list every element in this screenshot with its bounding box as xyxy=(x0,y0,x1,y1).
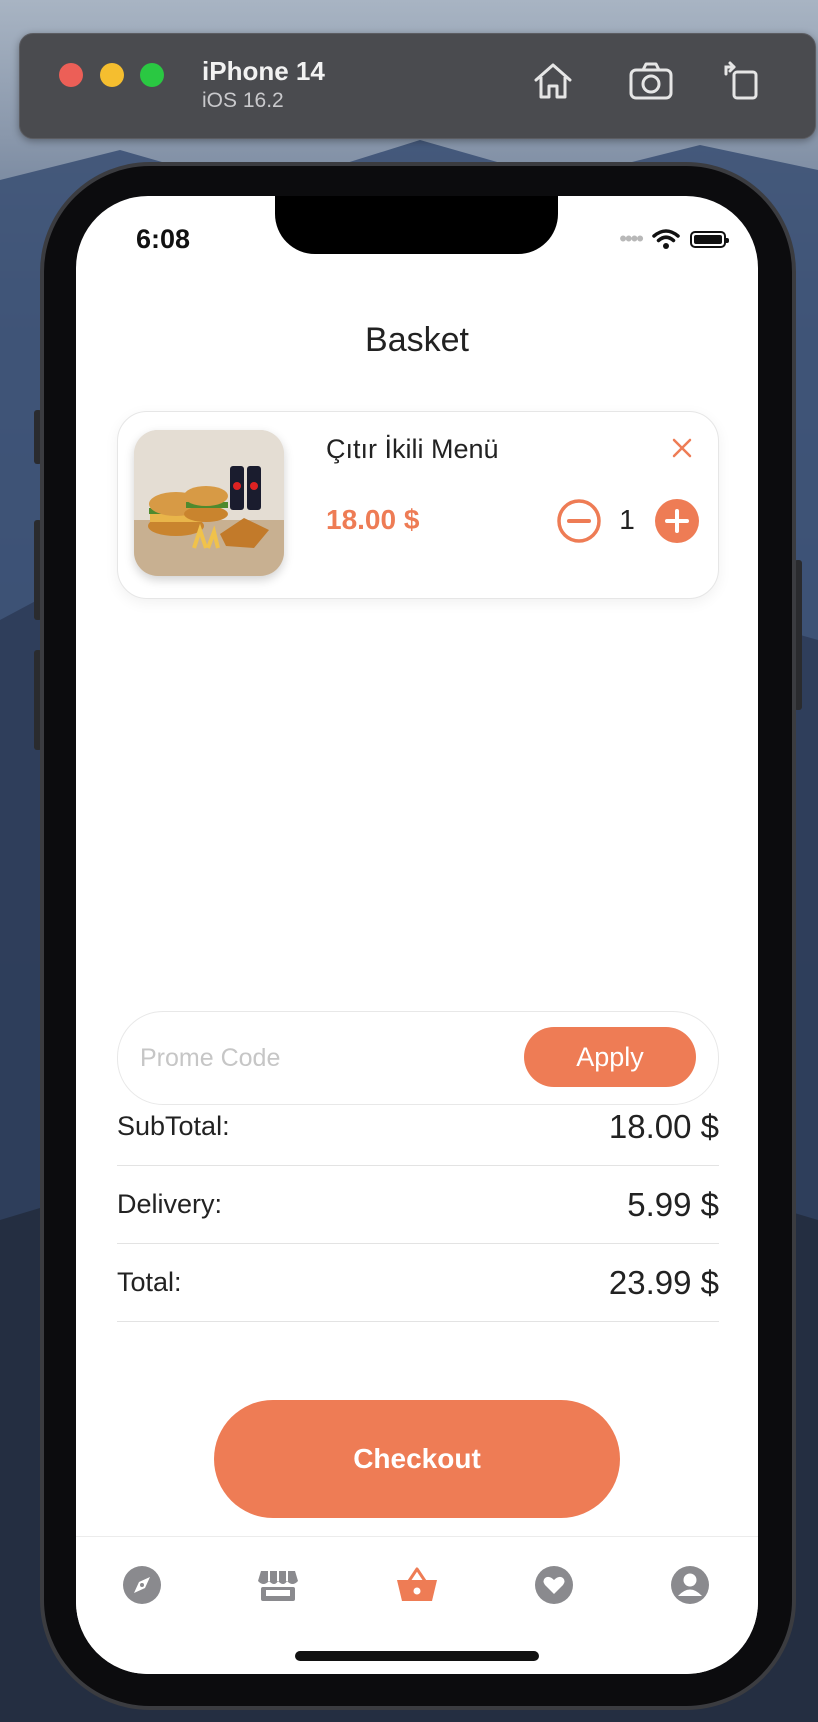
battery-icon xyxy=(690,230,729,248)
basket-icon xyxy=(397,1567,437,1601)
page-title: Basket xyxy=(365,321,469,359)
home-indicator xyxy=(295,1651,539,1661)
device-name: iPhone 14 xyxy=(202,56,325,86)
increase-quantity-button[interactable] xyxy=(654,498,700,544)
decrease-quantity-button[interactable] xyxy=(556,498,602,544)
compass-icon xyxy=(123,1566,161,1604)
rotate-icon[interactable] xyxy=(720,58,766,104)
tab-stores[interactable] xyxy=(256,1563,300,1607)
tab-favorites[interactable] xyxy=(532,1563,576,1607)
window-close-button[interactable] xyxy=(59,63,83,87)
total-value: 23.99 $ xyxy=(608,1263,719,1301)
subtotal-row: SubTotal: 18.00 $ xyxy=(117,1088,719,1166)
close-icon xyxy=(672,438,692,458)
screenshot-icon[interactable] xyxy=(628,58,674,104)
window-zoom-button[interactable] xyxy=(140,63,164,87)
tab-explore[interactable] xyxy=(120,1563,164,1607)
wifi-icon xyxy=(652,229,680,249)
status-icons: •••• xyxy=(619,226,729,252)
promo-code-input[interactable] xyxy=(138,1034,502,1082)
apply-button[interactable]: Apply xyxy=(524,1027,696,1087)
plus-circle-icon xyxy=(655,499,699,543)
delivery-row: Delivery: 5.99 $ xyxy=(117,1166,719,1244)
remove-item-button[interactable] xyxy=(670,436,694,460)
store-icon xyxy=(258,1571,298,1601)
notch xyxy=(275,196,558,254)
simulator-toolbar xyxy=(19,33,816,139)
subtotal-value: 18.00 $ xyxy=(608,1107,719,1145)
tab-basket[interactable] xyxy=(395,1563,439,1607)
heart-icon xyxy=(535,1566,573,1604)
signal-icon: •••• xyxy=(619,226,644,251)
total-label: Total: xyxy=(117,1267,182,1297)
delivery-value: 5.99 $ xyxy=(627,1185,719,1223)
total-row: Total: 23.99 $ xyxy=(117,1244,719,1322)
os-version: iOS 16.2 xyxy=(202,89,284,112)
home-icon[interactable] xyxy=(530,58,576,104)
checkout-button[interactable]: Checkout xyxy=(214,1400,620,1518)
quantity-value: 1 xyxy=(619,504,635,535)
item-price: 18.00 $ xyxy=(326,504,420,535)
product-image xyxy=(134,430,284,576)
delivery-label: Delivery: xyxy=(117,1189,223,1219)
status-time: 6:08 xyxy=(136,224,191,254)
subtotal-label: SubTotal: xyxy=(117,1111,230,1141)
cart-item-card: Çıtır İkili Menü 18.00 $ 1 xyxy=(117,411,719,599)
window-minimize-button[interactable] xyxy=(100,63,124,87)
tab-profile[interactable] xyxy=(668,1563,712,1607)
item-name: Çıtır İkili Menü xyxy=(326,434,499,464)
app-screen: 6:08 •••• Basket Çıtır İkili Menü 18.00 … xyxy=(76,196,758,1674)
profile-icon xyxy=(671,1566,709,1604)
minus-circle-icon xyxy=(557,499,601,543)
